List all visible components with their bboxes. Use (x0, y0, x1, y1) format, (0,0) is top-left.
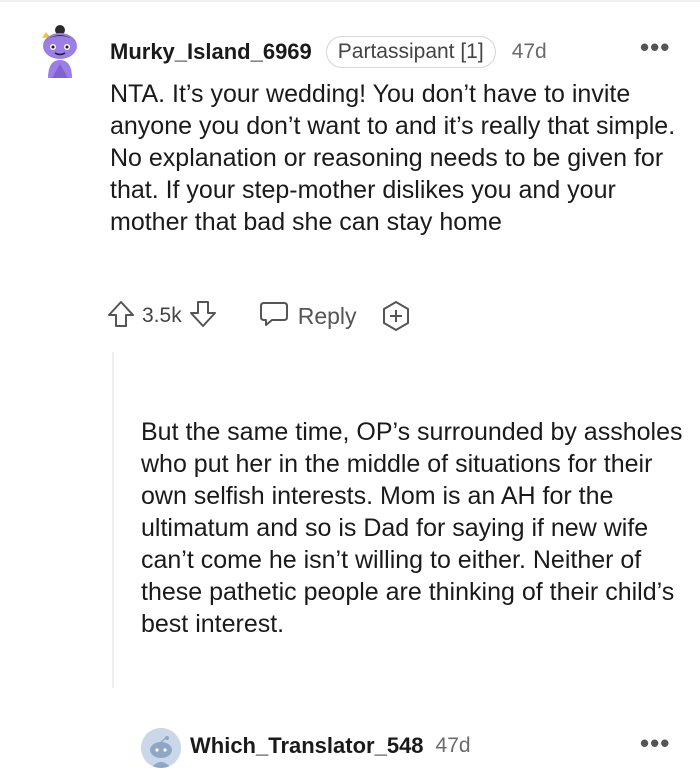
snoo-avatar-default-icon (141, 728, 181, 768)
reply-label: Reply (297, 302, 357, 329)
user-avatar[interactable] (36, 24, 84, 80)
award-plus-icon (382, 301, 409, 331)
vote-controls: 3.5k (106, 299, 218, 334)
more-options-icon[interactable]: ••• (640, 34, 670, 60)
comment-age[interactable]: 47d (436, 734, 471, 758)
upvote-arrow-icon[interactable] (106, 299, 136, 334)
username-link[interactable]: Murky_Island_6969 (110, 39, 312, 65)
vote-count: 3.5k (142, 304, 182, 327)
more-options-icon[interactable]: ••• (640, 730, 670, 756)
username-link[interactable]: Which_Translator_548 (190, 733, 424, 759)
user-avatar[interactable] (141, 728, 181, 768)
comment-body: But the same time, OP’s surrounded by as… (141, 418, 683, 638)
top-divider (0, 0, 700, 2)
user-flair: Partassipant [1] (325, 36, 496, 68)
comment-header: Murky_Island_6969 Partassipant [1] 47d (110, 36, 547, 68)
comment-actions: 3.5k Reply (106, 296, 411, 336)
downvote-arrow-icon[interactable] (188, 299, 218, 334)
snoo-avatar-purple-icon (42, 25, 77, 78)
comment-age[interactable]: 47d (512, 40, 547, 64)
speech-bubble-icon (258, 299, 290, 334)
award-button[interactable] (381, 300, 411, 332)
reply-button[interactable]: Reply (258, 299, 357, 334)
thread-line[interactable] (112, 352, 114, 688)
comment-header: Which_Translator_548 47d (190, 732, 471, 760)
comment-body: NTA. It’s your wedding! You don’t have t… (110, 80, 676, 236)
